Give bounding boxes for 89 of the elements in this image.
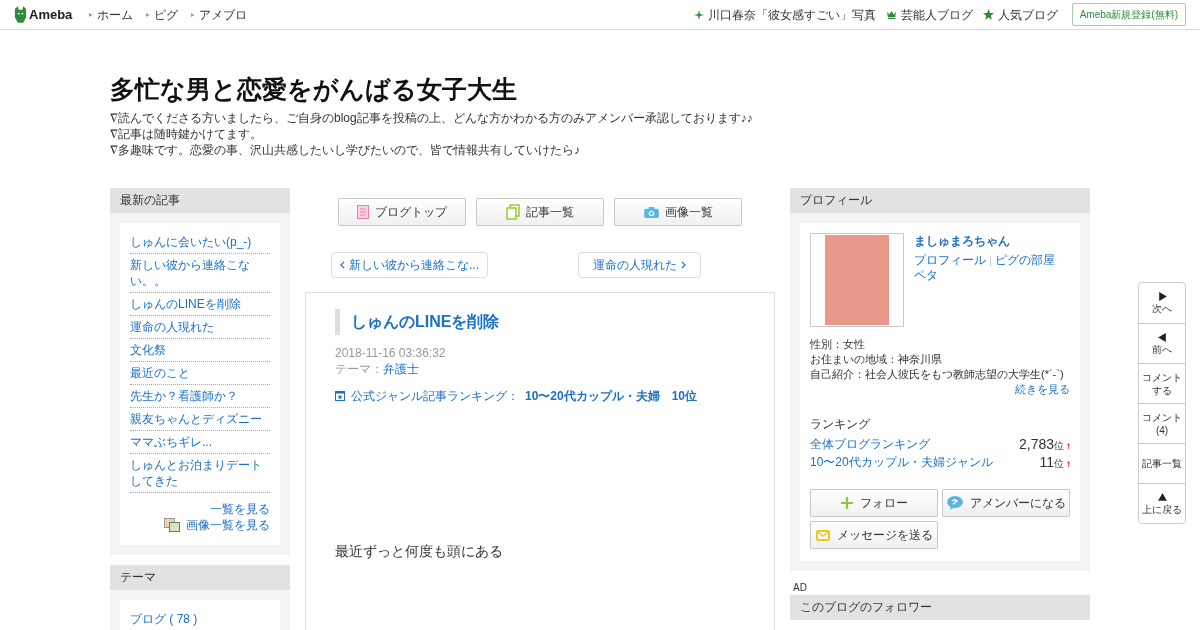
- ranking-position: 11: [1039, 452, 1054, 472]
- right-triangle-icon: [145, 11, 151, 18]
- chevron-left-icon: [340, 261, 345, 269]
- up-triangle-icon: [1156, 491, 1168, 503]
- theme-link[interactable]: 弁護士: [383, 362, 419, 376]
- article-date: 2018-11-16 03:36:32: [335, 345, 447, 361]
- profile-link[interactable]: プロフィール: [914, 253, 986, 268]
- article-body: 最近ずっと何度も頭にある: [335, 542, 504, 561]
- blog-title[interactable]: 多忙な男と恋愛をがんばる女子大生: [110, 72, 1090, 106]
- floating-nav-button[interactable]: コメント(4): [1139, 403, 1185, 443]
- profile-action-button[interactable]: メッセージを送る: [810, 521, 938, 549]
- right-triangle-icon: [190, 11, 196, 18]
- document-icon: [357, 205, 369, 219]
- up-arrow-icon: [1067, 460, 1070, 467]
- blog-description: ∇記事は随時鍵かけてます。: [110, 126, 263, 142]
- view-all-link[interactable]: 一覧を見る: [210, 501, 270, 517]
- ranking-link[interactable]: 10〜20代カップル・夫婦 10位: [525, 387, 698, 405]
- theme-link[interactable]: ブログ ( 78 ): [130, 610, 270, 628]
- header-link[interactable]: 川口春奈「彼女感すごい」写真: [693, 5, 876, 24]
- nav-link[interactable]: アメブロ: [190, 5, 248, 24]
- nav-link[interactable]: ピグ: [145, 5, 179, 24]
- ranking-heading: ランキング: [810, 416, 871, 433]
- profile-detail: 自己紹介：社会人彼氏をもつ教師志望の大学生(*´-`): [810, 367, 1065, 382]
- recent-article-link[interactable]: しゅんに会いたい(p_-): [130, 231, 270, 254]
- nav-link[interactable]: ホーム: [88, 5, 134, 24]
- panel-heading: プロフィール: [790, 188, 1090, 213]
- register-button[interactable]: Ameba新規登録(無料): [1071, 3, 1186, 26]
- floating-nav-button[interactable]: 上に戻る: [1139, 483, 1185, 523]
- recent-article-link[interactable]: 文化祭: [130, 339, 270, 362]
- profile-detail: 性別：女性: [810, 337, 866, 352]
- up-arrow-icon: [1067, 442, 1070, 449]
- right-triangle-icon: [88, 11, 94, 18]
- floating-nav-button[interactable]: 記事一覧: [1139, 443, 1185, 483]
- toolbar-button[interactable]: 画像一覧: [614, 198, 742, 226]
- ranking-unit: 位: [1054, 438, 1064, 453]
- speech-bubble-icon: [946, 496, 963, 510]
- recent-article-link[interactable]: 新しい彼から連絡こない。。: [130, 254, 270, 293]
- floating-nav-button[interactable]: コメントする: [1139, 363, 1185, 403]
- blog-description: ∇読んでくださる方いましたら、ご自身のblog記事を投稿の上、どんな方かわかる方のみアメンバー承認しております♪♪: [110, 110, 754, 126]
- crown-icon: [885, 10, 897, 19]
- peta-link[interactable]: ペタ: [914, 268, 1055, 283]
- ranking-category-link[interactable]: 全体ブログランキング: [810, 435, 930, 453]
- recent-article-link[interactable]: 親友ちゃんとディズニー: [130, 408, 270, 431]
- profile-action-button[interactable]: アメンバーになる: [942, 489, 1070, 517]
- article-title[interactable]: しゅんのLINEを削除: [335, 309, 745, 335]
- logo-text[interactable]: Ameba: [29, 4, 73, 25]
- view-images-link[interactable]: 画像一覧を見る: [186, 517, 270, 533]
- right-triangle-icon: [1156, 291, 1168, 302]
- header-link[interactable]: 芸能人ブログ: [885, 5, 973, 24]
- previous-article-button[interactable]: 新しい彼から連絡こな...: [331, 252, 488, 278]
- header-link[interactable]: 人気ブログ: [982, 5, 1058, 24]
- camera-icon: [643, 206, 659, 218]
- left-triangle-icon: [1156, 331, 1168, 343]
- floating-nav-button[interactable]: 前へ: [1139, 323, 1185, 363]
- ranking-category-link[interactable]: 10〜20代カップル・夫婦ジャンル: [810, 453, 993, 471]
- panel-heading: このブログのフォロワー: [790, 595, 1090, 620]
- plus-icon: [840, 497, 853, 509]
- recent-article-link[interactable]: 最近のこと: [130, 362, 270, 385]
- panel-heading: テーマ: [110, 565, 290, 590]
- avatar-frame[interactable]: [810, 233, 904, 327]
- floating-nav-button[interactable]: 次へ: [1139, 283, 1185, 323]
- envelope-icon: [815, 529, 830, 541]
- profile-detail: お住まいの地域：神奈川県: [810, 352, 943, 367]
- next-article-button[interactable]: 運命の人現れた: [578, 252, 701, 278]
- blog-description: ∇多趣味です。恋愛の事、沢山共感したいし学びたいので、皆で情報共有していけたら♪: [110, 142, 581, 158]
- recent-article-link[interactable]: 先生か？看護師か？: [130, 385, 270, 408]
- ranking-position: 2,783: [1018, 434, 1054, 454]
- recent-article-link[interactable]: 運命の人現れた: [130, 316, 270, 339]
- recent-article-link[interactable]: しゅんとお泊まりデートしてきた: [130, 454, 270, 493]
- star-icon: [982, 9, 994, 20]
- theme-label: テーマ：: [335, 362, 383, 376]
- recent-article-link[interactable]: ママぶちギレ...: [130, 431, 270, 454]
- recent-article-link[interactable]: しゅんのLINEを削除: [130, 293, 270, 316]
- images-icon: [164, 518, 180, 532]
- ranking-label: 公式ジャンル記事ランキング：: [351, 388, 519, 405]
- profile-action-button[interactable]: フォロー: [810, 489, 938, 517]
- profile-link[interactable]: ピグの部屋: [995, 253, 1055, 268]
- chevron-right-icon: [681, 261, 686, 269]
- sparkle-icon: [693, 9, 704, 20]
- copy-pages-icon: [506, 204, 520, 220]
- ranking-icon: [335, 391, 345, 401]
- panel-heading: 最新の記事: [110, 188, 290, 213]
- profile-name[interactable]: ましゅまろちゃん: [914, 234, 1055, 249]
- toolbar-button[interactable]: ブログトップ: [338, 198, 466, 226]
- ranking-unit: 位: [1054, 456, 1064, 471]
- logo-icon: [14, 6, 27, 23]
- ad-label: AD: [793, 581, 808, 595]
- toolbar-button[interactable]: 記事一覧: [476, 198, 604, 226]
- read-more-link[interactable]: 続きを見る: [810, 382, 1070, 397]
